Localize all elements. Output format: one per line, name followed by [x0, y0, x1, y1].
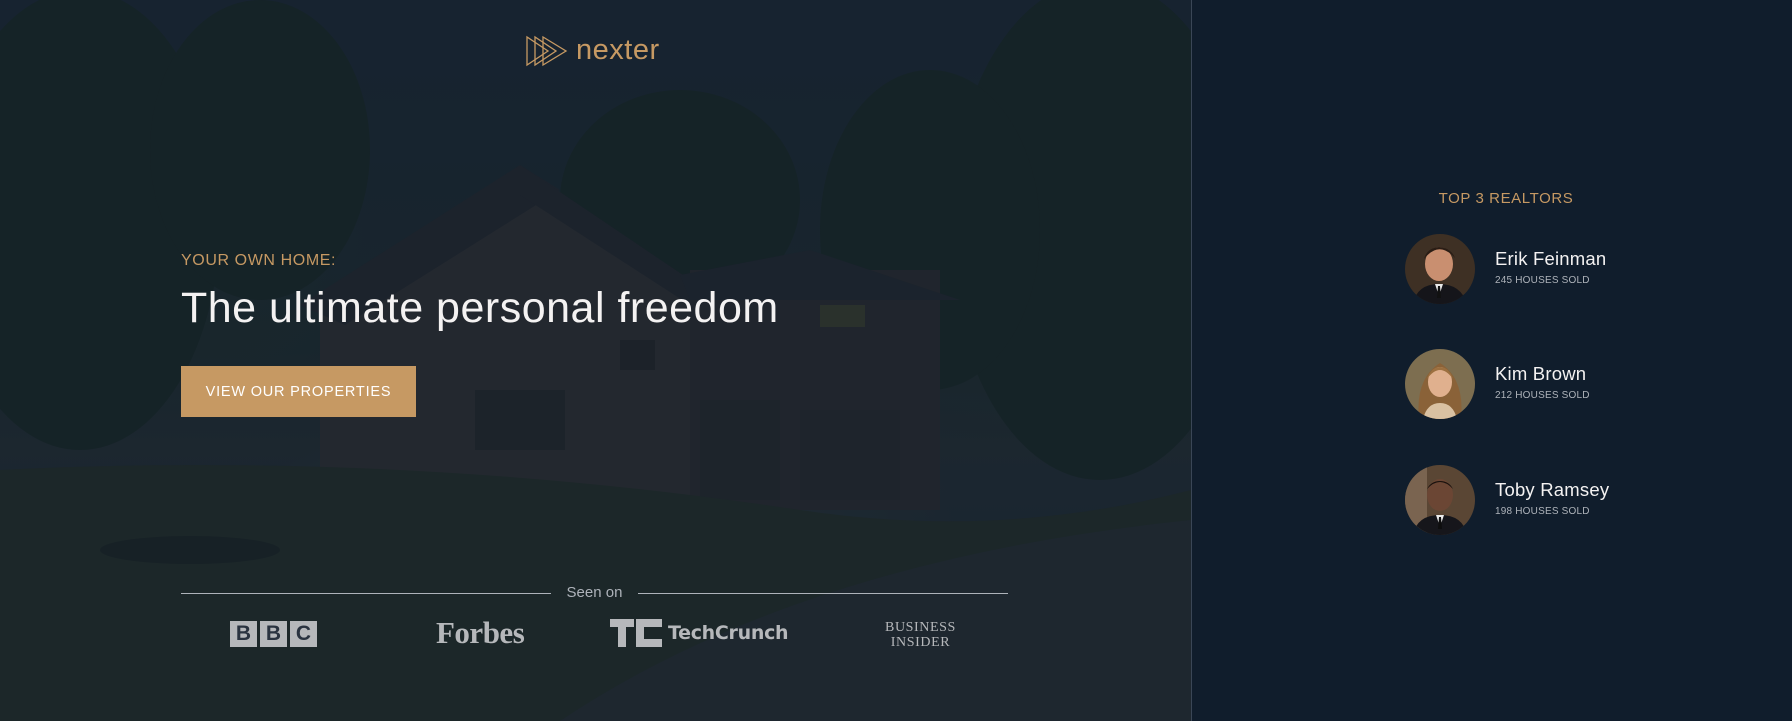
hero-subtitle: YOUR OWN HOME:: [181, 252, 337, 269]
avatar: [1405, 349, 1475, 419]
business-insider-logo: BUSINESS INSIDER: [885, 620, 956, 650]
realtor-name: Kim Brown: [1495, 363, 1587, 384]
avatar: [1405, 465, 1475, 535]
techcrunch-mark-icon: [610, 619, 662, 647]
realtor-card[interactable]: Erik Feinman 245 HOUSES SOLD: [1405, 234, 1725, 306]
hero-title: The ultimate personal freedom: [181, 284, 779, 332]
nexter-logo[interactable]: nexter: [526, 34, 660, 67]
hero-section: nexter YOUR OWN HOME: The ultimate perso…: [0, 0, 1191, 721]
realtor-photo-icon: [1405, 349, 1475, 419]
realtor-photo-icon: [1405, 234, 1475, 304]
realtor-photo-icon: [1405, 465, 1475, 535]
forbes-logo: Forbes: [436, 615, 525, 650]
realtor-sold-count: 245 HOUSES SOLD: [1495, 275, 1590, 286]
bbc-letter: B: [230, 621, 257, 647]
realtor-name: Toby Ramsey: [1495, 479, 1610, 500]
seen-on-divider: Seen on: [181, 584, 1008, 602]
realtors-title: TOP 3 REALTORS: [1438, 190, 1574, 207]
bi-line-1: BUSINESS: [885, 620, 956, 635]
realtor-name: Erik Feinman: [1495, 248, 1607, 269]
divider-line-right: [638, 593, 1008, 594]
realtor-sold-count: 198 HOUSES SOLD: [1495, 506, 1590, 517]
realtors-panel: TOP 3 REALTORS Erik Feinman 245 HOUSES S…: [1192, 0, 1792, 721]
techcrunch-text: TechCrunch: [668, 622, 789, 644]
bbc-letter: C: [290, 621, 317, 647]
logo-text: nexter: [576, 34, 660, 66]
avatar: [1405, 234, 1475, 304]
view-properties-button[interactable]: VIEW OUR PROPERTIES: [181, 366, 416, 417]
bbc-letter: B: [260, 621, 287, 647]
techcrunch-logo: TechCrunch: [610, 619, 789, 647]
realtor-card[interactable]: Toby Ramsey 198 HOUSES SOLD: [1405, 465, 1725, 537]
hero-overlay: [0, 0, 1191, 721]
bi-line-2: INSIDER: [890, 635, 951, 650]
bbc-logo: B B C: [230, 621, 317, 647]
realtor-card[interactable]: Kim Brown 212 HOUSES SOLD: [1405, 349, 1725, 421]
play-triangles-icon: [526, 35, 568, 66]
realtor-sold-count: 212 HOUSES SOLD: [1495, 390, 1590, 401]
